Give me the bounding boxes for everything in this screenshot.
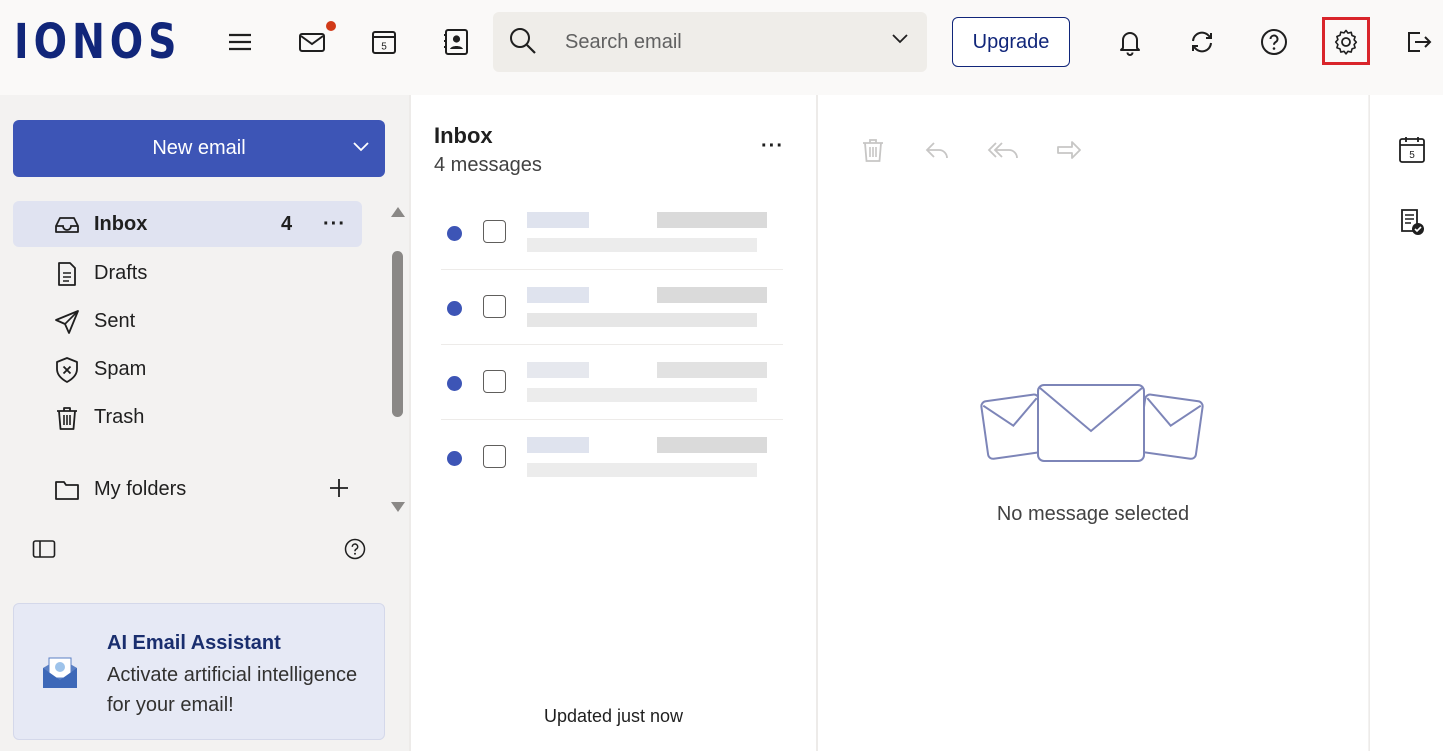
updated-status: Updated just now bbox=[543, 706, 684, 726]
list-separator bbox=[441, 269, 783, 270]
my-folders-label: My folders bbox=[94, 477, 187, 500]
scroll-up-arrow[interactable] bbox=[391, 207, 405, 217]
ionos-logo[interactable]: IONOS bbox=[14, 16, 181, 68]
spam-icon bbox=[53, 356, 81, 384]
drafts-icon bbox=[53, 260, 81, 288]
sent-icon bbox=[53, 308, 81, 336]
logout-icon[interactable] bbox=[1398, 22, 1438, 62]
ai-card-description: Activate artificial intelligence for you… bbox=[107, 664, 358, 716]
message-checkbox[interactable] bbox=[483, 370, 506, 393]
list-separator bbox=[441, 344, 783, 345]
delete-icon[interactable] bbox=[858, 135, 888, 165]
my-folders-section[interactable]: My folders bbox=[13, 466, 362, 512]
message-checkbox[interactable] bbox=[483, 295, 506, 318]
message-checkbox[interactable] bbox=[483, 445, 506, 468]
folder-label: Spam bbox=[94, 357, 147, 380]
empty-envelopes-illustration bbox=[978, 383, 1206, 472]
blurred-message-preview bbox=[527, 283, 767, 335]
blurred-message-preview bbox=[527, 358, 767, 410]
top-bar: IONOS 5 Upgrade bbox=[0, 0, 1443, 95]
empty-state-text: No message selected bbox=[996, 503, 1190, 525]
list-item[interactable] bbox=[441, 271, 783, 345]
settings-icon[interactable] bbox=[1326, 22, 1366, 62]
calendar-day: 5 bbox=[381, 42, 387, 53]
folder-drafts[interactable]: Drafts bbox=[13, 250, 362, 296]
message-checkbox[interactable] bbox=[483, 220, 506, 243]
inbox-icon bbox=[53, 211, 81, 239]
ai-card-title: AI Email Assistant bbox=[107, 632, 281, 654]
folder-icon bbox=[53, 476, 81, 504]
more-options-icon[interactable]: ··· bbox=[761, 135, 784, 158]
notes-icon[interactable] bbox=[1397, 207, 1427, 237]
ai-envelope-icon bbox=[40, 652, 80, 697]
calendar-day: 5 bbox=[1409, 150, 1415, 161]
sidebar-toggle-icon[interactable] bbox=[32, 539, 56, 564]
calendar-icon[interactable]: 5 bbox=[1397, 135, 1427, 165]
bell-icon[interactable] bbox=[1110, 22, 1150, 62]
unread-dot bbox=[447, 376, 462, 391]
reply-all-icon[interactable] bbox=[986, 135, 1018, 165]
calendar-icon[interactable]: 5 bbox=[364, 22, 404, 62]
reading-pane: No message selected bbox=[818, 95, 1368, 751]
add-folder-icon[interactable] bbox=[327, 476, 351, 506]
ai-assistant-card[interactable]: AI Email Assistant Activate artificial i… bbox=[13, 603, 385, 740]
trash-icon bbox=[53, 404, 81, 432]
sync-icon[interactable] bbox=[1182, 22, 1222, 62]
list-item[interactable] bbox=[441, 196, 783, 270]
chevron-down-icon[interactable] bbox=[351, 138, 371, 162]
list-separator bbox=[441, 419, 783, 420]
search-bar bbox=[493, 12, 927, 72]
menu-icon[interactable] bbox=[220, 22, 260, 62]
contacts-icon[interactable] bbox=[436, 22, 476, 62]
list-item[interactable] bbox=[441, 421, 783, 495]
message-list: Inbox 4 messages ··· Updated just now bbox=[411, 95, 816, 751]
new-email-button[interactable]: New email bbox=[13, 120, 385, 177]
blurred-message-preview bbox=[527, 208, 767, 260]
message-count: 4 messages bbox=[434, 154, 542, 176]
forward-icon[interactable] bbox=[1054, 135, 1084, 165]
unread-dot bbox=[447, 226, 462, 241]
reply-icon[interactable] bbox=[922, 135, 952, 165]
folder-inbox[interactable]: Inbox 4 ··· bbox=[13, 201, 362, 247]
search-input[interactable] bbox=[565, 26, 865, 58]
blurred-message-preview bbox=[527, 433, 767, 485]
help-icon[interactable] bbox=[1254, 22, 1294, 62]
unread-badge bbox=[326, 21, 336, 31]
scroll-thumb[interactable] bbox=[392, 251, 403, 417]
folder-label: Inbox bbox=[94, 212, 148, 235]
unread-count: 4 bbox=[281, 212, 293, 235]
folder-label: Drafts bbox=[94, 261, 148, 284]
folder-spam[interactable]: Spam bbox=[13, 346, 362, 392]
sidebar-scrollbar[interactable] bbox=[389, 205, 405, 515]
folder-label: Sent bbox=[94, 309, 136, 332]
new-email-label: New email bbox=[152, 137, 246, 159]
folder-trash[interactable]: Trash bbox=[13, 394, 362, 440]
search-icon[interactable] bbox=[507, 25, 539, 62]
unread-dot bbox=[447, 451, 462, 466]
list-item[interactable] bbox=[441, 346, 783, 420]
right-rail: 5 bbox=[1369, 95, 1443, 751]
more-options-icon[interactable]: ··· bbox=[323, 213, 346, 236]
scroll-down-arrow[interactable] bbox=[391, 502, 405, 512]
list-title: Inbox bbox=[434, 123, 493, 148]
help-icon[interactable] bbox=[344, 538, 366, 565]
folder-sidebar: New email Inbox 4 ··· Drafts Sent Spam T… bbox=[0, 95, 409, 751]
folder-label: Trash bbox=[94, 405, 145, 428]
chevron-down-icon[interactable] bbox=[891, 32, 909, 51]
unread-dot bbox=[447, 301, 462, 316]
folder-sent[interactable]: Sent bbox=[13, 298, 362, 344]
upgrade-button[interactable]: Upgrade bbox=[952, 17, 1070, 67]
